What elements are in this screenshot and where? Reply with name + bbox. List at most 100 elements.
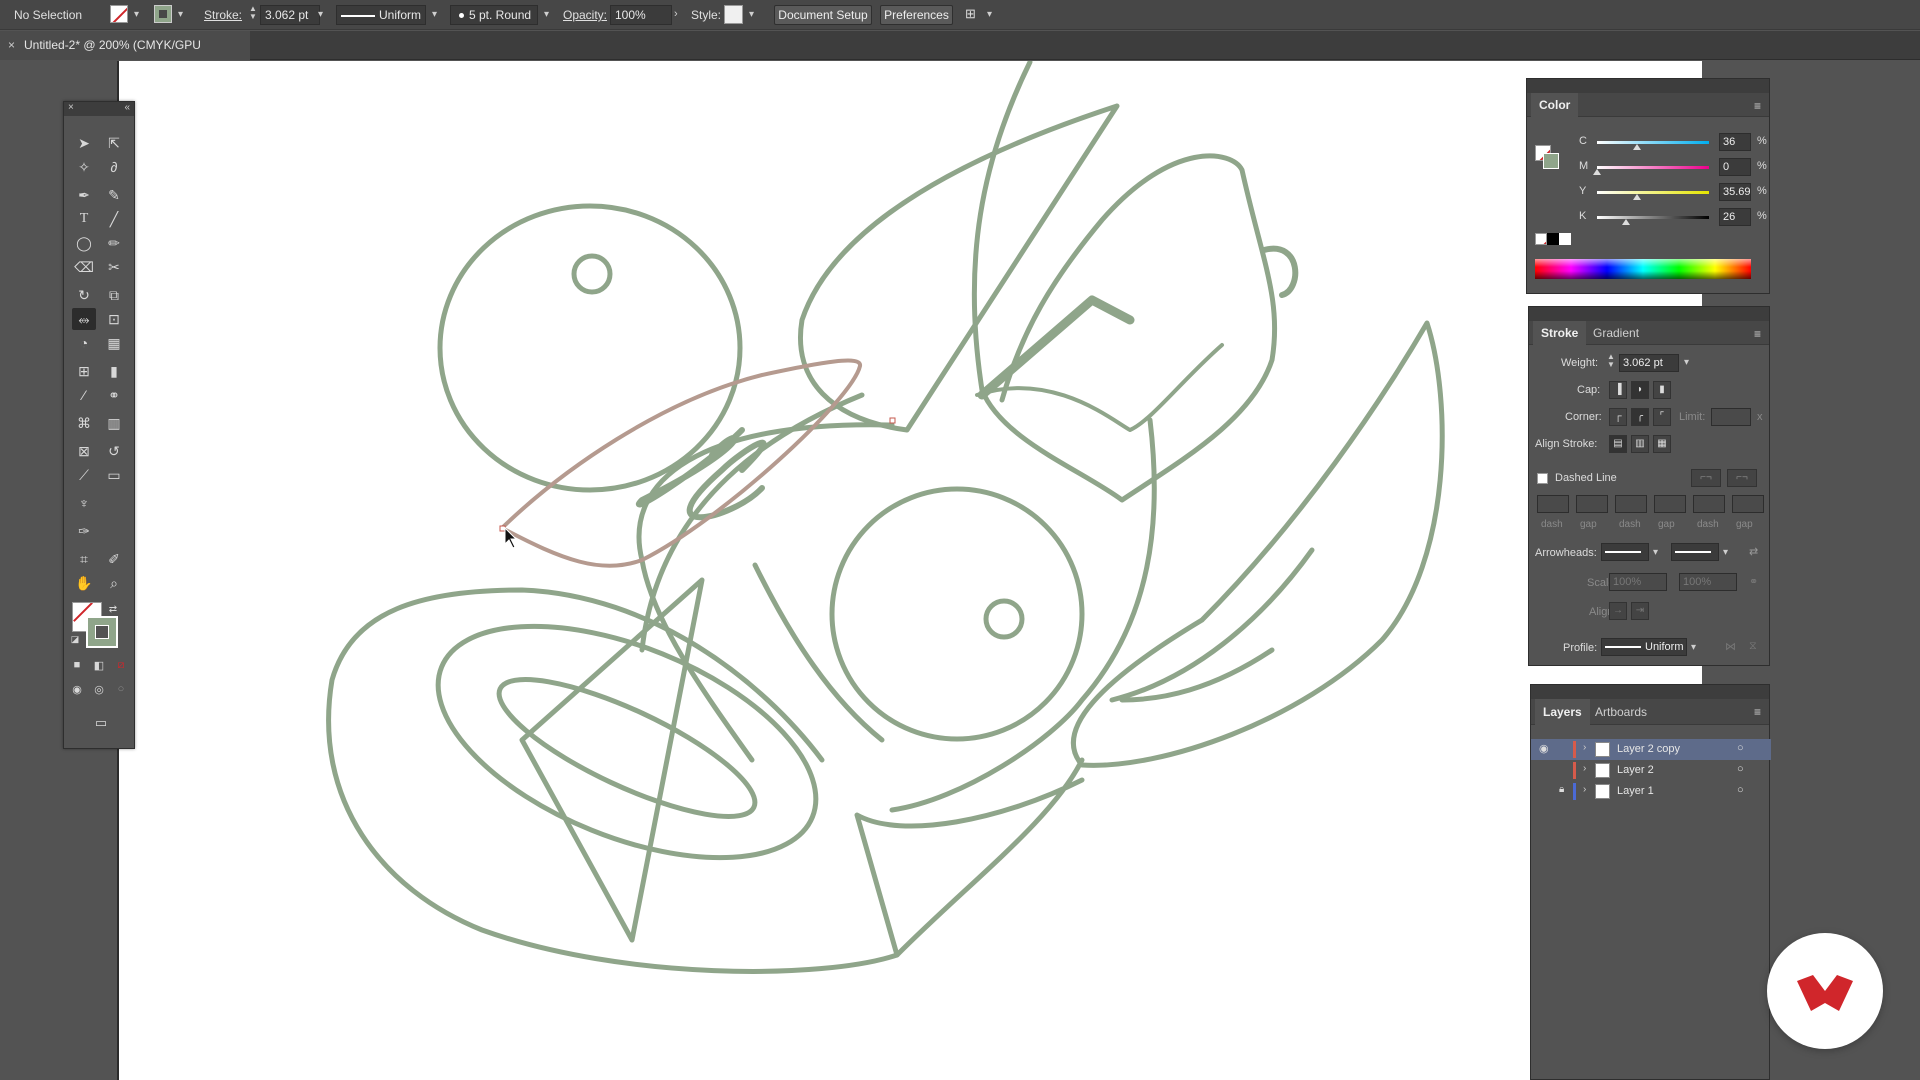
layer-row[interactable]: 🔒︎ › Layer 1 ○ (1531, 781, 1771, 802)
channel-slider-thumb[interactable] (1632, 194, 1641, 200)
arrange-documents-icon[interactable]: ⊞ (965, 6, 976, 22)
selection-tool-icon[interactable]: ➤ (72, 132, 96, 154)
channel-value-input[interactable]: 26 (1719, 208, 1751, 226)
profile-chevron-icon[interactable]: ▾ (432, 9, 437, 20)
lock-icon[interactable]: 🔒︎ (1559, 784, 1564, 795)
round-join-icon[interactable]: ╭ (1631, 408, 1649, 426)
channel-value-input[interactable]: 0 (1719, 158, 1751, 176)
none-mode-icon[interactable]: ⧄ (112, 656, 130, 674)
tab-layers[interactable]: Layers (1535, 699, 1590, 725)
channel-slider-thumb[interactable] (1593, 169, 1601, 175)
align-dash-icon[interactable]: ⌐¬ (1727, 469, 1757, 487)
round-cap-icon[interactable]: ◗ (1631, 381, 1649, 399)
screen-mode-icon[interactable]: ▭ (90, 714, 112, 732)
column-graph-tool-icon[interactable]: ▥ (102, 412, 126, 434)
dashed-line-checkbox[interactable] (1537, 473, 1548, 484)
tail-shape[interactable] (854, 757, 1085, 958)
right-leaf-vein[interactable] (1109, 547, 1315, 703)
black-color-swatch[interactable] (1547, 233, 1559, 245)
perspective-grid-tool-icon[interactable]: ▦ (102, 332, 126, 354)
graphic-style-swatch[interactable] (724, 5, 743, 24)
gap-input[interactable] (1576, 495, 1608, 513)
mesh-tool-icon[interactable]: ⊞ (72, 360, 96, 382)
tab-color[interactable]: Color (1531, 93, 1579, 117)
puppet-warp-tool-icon[interactable]: ⟋ (72, 464, 96, 486)
color-panel-header[interactable] (1527, 79, 1769, 93)
artboard[interactable] (117, 61, 1702, 1080)
end-arrowhead-select[interactable] (1671, 543, 1719, 561)
projecting-cap-icon[interactable]: ▮ (1653, 381, 1671, 399)
stroke-weight-input[interactable]: 3.062 pt (260, 5, 320, 25)
layer-name[interactable]: Layer 2 (1617, 764, 1654, 776)
neck-curve[interactable] (639, 392, 865, 653)
expand-chevron-icon[interactable]: › (1583, 763, 1586, 774)
layer-row[interactable]: › Layer 2 ○ (1531, 760, 1771, 781)
gap-input[interactable] (1732, 495, 1764, 513)
leaf-shape-left[interactable] (798, 103, 1120, 433)
eyedropper-alt-tool-icon[interactable]: ✐ (102, 548, 126, 570)
anchor-point-2[interactable] (889, 417, 896, 424)
profile-select-chevron-icon[interactable]: ▾ (1691, 642, 1696, 653)
align-center-icon[interactable]: ▤ (1609, 435, 1627, 453)
opacity-input[interactable]: 100% (610, 5, 672, 25)
end-scale-input[interactable]: 100% (1679, 573, 1737, 591)
free-transform-tool-icon[interactable]: ⊡ (102, 308, 126, 330)
small-eye-circle[interactable] (571, 253, 613, 295)
blend-tool-icon[interactable]: ⚭ (102, 384, 126, 406)
flip-along-icon[interactable]: ⋈ (1725, 640, 1736, 653)
arrow-place-icon[interactable]: ⇥ (1631, 602, 1649, 620)
start-arrowhead-chevron-icon[interactable]: ▾ (1653, 547, 1658, 558)
body-eye-circle[interactable] (983, 598, 1025, 640)
artboard-tool-icon[interactable]: ⊠ (72, 440, 96, 462)
stroke-dropdown-chevron-icon[interactable]: ▾ (178, 9, 183, 20)
dash-input[interactable] (1615, 495, 1647, 513)
ellipse-tool-icon[interactable]: ◯ (72, 232, 96, 254)
channel-slider-thumb[interactable] (1633, 144, 1642, 150)
tab-artboards[interactable]: Artboards (1587, 699, 1655, 725)
scale-tool-icon[interactable]: ⧉ (102, 284, 126, 306)
stroke-panel-menu-icon[interactable]: ≡ (1754, 327, 1761, 341)
weight-chevron-icon[interactable]: ▾ (1684, 357, 1689, 368)
pencil-tool-icon[interactable]: ✏ (102, 232, 126, 254)
scissors-tool-icon[interactable]: ✂ (102, 256, 126, 278)
close-tab-icon[interactable]: × (8, 31, 15, 60)
hand-tool-icon[interactable]: ✋ (72, 572, 96, 594)
color-mode-icon[interactable]: ■ (68, 656, 86, 674)
style-chevron-icon[interactable]: ▾ (749, 9, 754, 20)
draw-normal-icon[interactable]: ◉ (68, 680, 86, 698)
slice-tool-icon[interactable]: ↺ (102, 440, 126, 462)
expand-chevron-icon[interactable]: › (1583, 784, 1586, 795)
channel-slider-track[interactable] (1597, 216, 1709, 219)
opacity-label[interactable]: Opacity: (563, 8, 607, 22)
inner-neck-curve[interactable] (752, 562, 885, 743)
layer-row[interactable]: ◉ › Layer 2 copy ○ (1531, 739, 1771, 760)
channel-slider-thumb[interactable] (1622, 219, 1631, 225)
stroke-color-indicator[interactable] (86, 616, 118, 648)
close-panel-icon[interactable]: × (68, 102, 74, 113)
lasso-tool-icon[interactable]: ∂ (102, 156, 126, 178)
layer-name[interactable]: Layer 1 (1617, 785, 1654, 797)
visibility-eye-icon[interactable]: ◉ (1539, 742, 1549, 755)
artwork-canvas[interactable] (119, 61, 1704, 1080)
zoom-tool-icon[interactable]: ⌕ (102, 572, 126, 594)
pen-tool-icon[interactable]: ✒ (72, 184, 96, 206)
curvature-tool-icon[interactable]: ✎ (102, 184, 126, 206)
target-circle-icon[interactable]: ○ (1737, 742, 1744, 754)
weight-stepper-icon[interactable]: ▲ ▼ (1607, 353, 1615, 369)
tools-panel-header[interactable]: × « (64, 102, 134, 116)
arrange-chevron-icon[interactable]: ▾ (987, 9, 992, 20)
target-circle-icon[interactable]: ○ (1737, 784, 1744, 796)
default-colors-icon[interactable]: ◪ (68, 632, 82, 646)
color-panel-menu-icon[interactable]: ≡ (1754, 99, 1761, 113)
leaf-shape-top[interactable] (971, 61, 1278, 503)
stroke-swatch[interactable] (154, 5, 172, 23)
inner-ellipse[interactable] (406, 579, 848, 905)
dash-input[interactable] (1693, 495, 1725, 513)
tab-gradient[interactable]: Gradient (1585, 321, 1647, 345)
white-color-swatch[interactable] (1559, 233, 1571, 245)
draw-inside-icon[interactable]: ○ (112, 680, 130, 698)
pen-variant-tool-icon[interactable]: ✑ (72, 520, 96, 542)
thick-wing-stroke[interactable] (977, 295, 1135, 400)
arrow-extend-icon[interactable]: → (1609, 602, 1627, 620)
type-tool-icon[interactable]: T (72, 208, 96, 230)
